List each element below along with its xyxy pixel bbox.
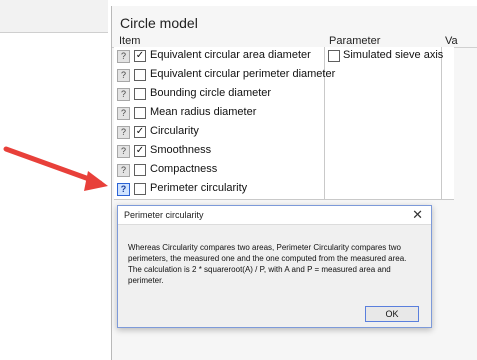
help-button[interactable]: ? (117, 145, 130, 158)
item-label: Perimeter circularity (150, 182, 248, 194)
item-cell: ? ✓ Circularity (114, 123, 325, 142)
item-checkbox[interactable]: ✓ (134, 145, 146, 157)
item-cell: ? ✓ Smoothness (114, 142, 325, 161)
item-cell: ? Perimeter circularity (114, 180, 325, 199)
help-button[interactable]: ? (117, 126, 130, 139)
left-background-panel (0, 0, 108, 360)
table-row: ? Perimeter circularity (114, 180, 454, 200)
item-checkbox[interactable] (134, 183, 146, 195)
parameter-cell (325, 123, 442, 142)
item-label: Equivalent circular perimeter diameter (150, 68, 336, 80)
dialog-message: Whereas Circularity compares two areas, … (128, 243, 407, 285)
parameter-cell: Simulated sieve axis (325, 47, 444, 66)
help-button-active[interactable]: ? (117, 183, 130, 196)
close-icon[interactable]: ✕ (412, 207, 423, 223)
parameter-cell (325, 104, 442, 123)
parameter-label: Simulated sieve axis (343, 49, 444, 61)
help-button[interactable]: ? (117, 50, 130, 63)
value-cell (442, 47, 454, 66)
table-row: ? Equivalent circular perimeter diameter (114, 66, 454, 86)
item-label: Equivalent circular area diameter (150, 49, 311, 61)
parameter-cell (325, 161, 442, 180)
parameter-cell (325, 142, 442, 161)
item-cell: ? Equivalent circular perimeter diameter (114, 66, 335, 85)
table-row: ? Mean radius diameter (114, 104, 454, 124)
ok-button[interactable]: OK (365, 306, 419, 322)
column-header-item: Item (119, 35, 141, 47)
value-cell (442, 104, 454, 123)
item-cell: ? Compactness (114, 161, 325, 180)
item-label: Mean radius diameter (150, 106, 257, 118)
parameter-cell (325, 66, 442, 85)
value-cell (442, 66, 454, 85)
help-button[interactable]: ? (117, 69, 130, 82)
help-dialog: Perimeter circularity ✕ Whereas Circular… (117, 205, 432, 328)
item-checkbox[interactable] (134, 69, 146, 81)
value-cell (442, 161, 454, 180)
column-header-parameter: Parameter (329, 35, 381, 47)
parameter-checkbox[interactable] (328, 50, 340, 62)
help-button[interactable]: ? (117, 88, 130, 101)
parameter-cell (325, 180, 442, 199)
item-checkbox[interactable] (134, 88, 146, 100)
value-cell (442, 142, 454, 161)
value-cell (442, 85, 454, 104)
item-label: Smoothness (150, 144, 212, 156)
dialog-titlebar: Perimeter circularity ✕ (118, 206, 431, 225)
item-label: Circularity (150, 125, 199, 137)
table-row: ? ✓ Smoothness (114, 142, 454, 162)
table-row: ? Bounding circle diameter (114, 85, 454, 105)
left-toolbar-band (0, 0, 108, 33)
parameter-cell (325, 85, 442, 104)
value-cell (442, 123, 454, 142)
dialog-title: Perimeter circularity (124, 210, 204, 220)
help-button[interactable]: ? (117, 164, 130, 177)
help-button[interactable]: ? (117, 107, 130, 120)
table-row: ? ✓ Circularity (114, 123, 454, 143)
item-label: Compactness (150, 163, 218, 175)
item-label: Bounding circle diameter (150, 87, 272, 99)
table-row: ? ✓ Equivalent circular area diameter Si… (114, 47, 454, 67)
window-title: Circle model (120, 15, 198, 31)
column-header-value: Va (445, 35, 458, 47)
item-cell: ? Mean radius diameter (114, 104, 325, 123)
value-cell (442, 180, 454, 199)
item-cell: ? ✓ Equivalent circular area diameter (114, 47, 325, 66)
item-checkbox[interactable] (134, 164, 146, 176)
item-checkbox[interactable]: ✓ (134, 50, 146, 62)
item-checkbox[interactable]: ✓ (134, 126, 146, 138)
table-row: ? Compactness (114, 161, 454, 181)
item-checkbox[interactable] (134, 107, 146, 119)
item-cell: ? Bounding circle diameter (114, 85, 325, 104)
left-divider (0, 32, 108, 33)
